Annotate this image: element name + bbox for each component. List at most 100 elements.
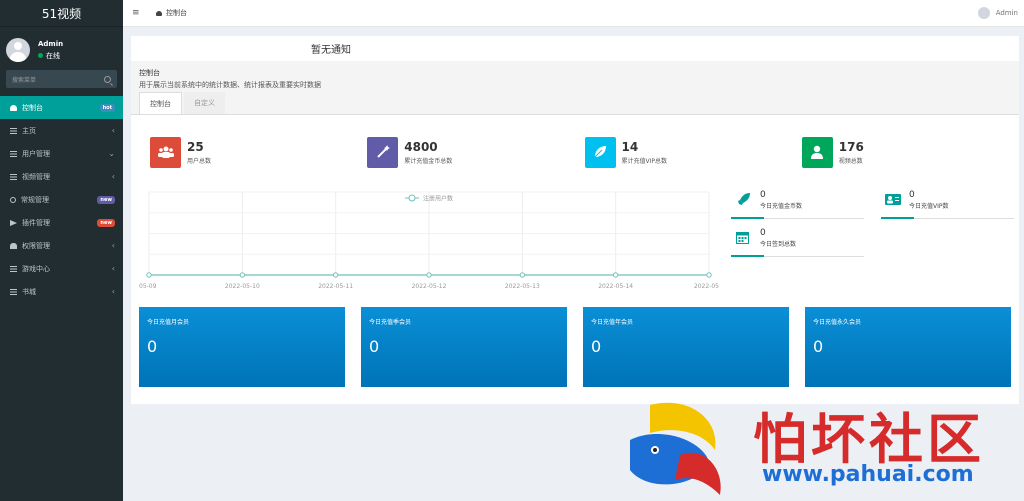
- data-point: [146, 272, 152, 278]
- data-point: [612, 272, 619, 278]
- search-placeholder: 搜索菜单: [12, 76, 37, 84]
- chevron-down-icon: ⌄: [108, 149, 115, 158]
- dashboard-icon: [156, 10, 162, 16]
- card-title: 今日充值永久会员: [813, 319, 862, 326]
- sidebar-item-label: 常规管理: [21, 195, 49, 204]
- stat-label: 视频总数: [838, 157, 863, 165]
- chevron-left-icon: ‹: [111, 264, 115, 273]
- x-tick-label: 2022-05: [694, 283, 719, 290]
- sidebar-item-label: 用户管理: [22, 149, 50, 158]
- calendar-icon: [736, 231, 752, 246]
- user-status: 在线: [38, 51, 63, 61]
- sidebar-item-dashboard[interactable]: 控制台 hot: [0, 96, 123, 119]
- card-lifetime[interactable]: 今日充值永久会员 0: [805, 307, 1011, 387]
- sidebar-item-label: 主页: [22, 126, 36, 135]
- stat-label: 累计充值VIP总数: [621, 157, 668, 165]
- breadcrumb-label: 控制台: [166, 9, 187, 17]
- card-yearly[interactable]: 今日充值年会员 0: [583, 307, 789, 387]
- panel-subtitle: 用于展示当前系统中的统计数据、统计报表及重要实时数据: [139, 81, 321, 89]
- member-cards: 今日充值月会员 0 今日充值季会员 0 今日充值年会员 0 今日充值永久会员 0: [139, 307, 1011, 387]
- avatar: [977, 7, 990, 19]
- new-badge: new: [97, 218, 115, 227]
- stat-videos: 176 视频总数: [801, 134, 1019, 170]
- notice-bar: 暂无通知: [131, 36, 1019, 61]
- leaf-icon: [584, 136, 616, 168]
- register-chart: 注册用户数 05-09 2022-05-10 2022-05-11 2022-05-12…: [139, 182, 719, 292]
- chevron-left-icon: ‹: [111, 241, 115, 250]
- user-icon: [801, 136, 833, 168]
- stats-row: 25 用户总数 4800 累计充值金币总数 14 累计充值VIP总数 176 视…: [131, 115, 1019, 170]
- sidebar-item-label: 控制台: [22, 103, 43, 112]
- mini-stat-label: 今日充值金币数: [760, 203, 803, 210]
- card-value: 0: [591, 337, 602, 356]
- hot-badge: hot: [99, 103, 115, 112]
- search-icon[interactable]: [104, 75, 111, 83]
- top-navbar: ≡ 控制台 Admin: [123, 0, 1024, 27]
- sidebar-item-permissions[interactable]: 权限管理 ‹: [0, 234, 123, 257]
- rocket-icon: [738, 193, 752, 207]
- brand-logo[interactable]: 51视频: [0, 0, 123, 27]
- list-icon: [10, 173, 17, 180]
- status-text: 在线: [46, 51, 60, 60]
- sidebar-item-label: 权限管理: [22, 241, 50, 250]
- dashboard-icon: [10, 104, 17, 111]
- stat-value: 14: [621, 139, 639, 154]
- mini-underline: [881, 217, 914, 219]
- stat-value: 25: [187, 139, 204, 154]
- stat-coins: 4800 累计充值金币总数: [367, 134, 584, 170]
- x-tick-label: 2022-05-12: [412, 283, 447, 290]
- card-quarterly[interactable]: 今日充值季会员 0: [361, 307, 567, 387]
- main-content: 暂无通知 控制台 用于展示当前系统中的统计数据、统计报表及重要实时数据 控制台 …: [131, 36, 1019, 404]
- list-icon: [10, 288, 17, 295]
- tab-custom[interactable]: 自定义: [184, 92, 225, 114]
- chevron-left-icon: ‹: [111, 287, 115, 296]
- mini-stat-value: 0: [909, 190, 915, 200]
- user-menu[interactable]: Admin: [977, 7, 1018, 19]
- mini-underline: [731, 217, 764, 219]
- card-value: 0: [369, 337, 380, 356]
- sidebar-item-general[interactable]: 常规管理 new: [0, 188, 123, 211]
- sidebar-item-label: 书城: [22, 287, 36, 296]
- tab-bar: 控制台 自定义: [131, 91, 1019, 115]
- user-panel: Admin 在线: [0, 30, 123, 70]
- sidebar-item-label: 游戏中心: [22, 264, 50, 273]
- cogs-icon: [10, 196, 16, 203]
- card-monthly[interactable]: 今日充值月会员 0: [139, 307, 345, 387]
- tab-dashboard[interactable]: 控制台: [139, 92, 182, 114]
- menu-toggle-icon[interactable]: ≡: [132, 8, 144, 18]
- list-icon: [10, 265, 17, 272]
- sidebar-item-games[interactable]: 游戏中心 ‹: [0, 257, 123, 280]
- sidebar-item-users[interactable]: 用户管理 ⌄: [0, 142, 123, 165]
- data-point: [706, 272, 712, 278]
- card-title: 今日充值季会员: [369, 319, 412, 326]
- sidebar-item-books[interactable]: 书城 ‹: [0, 280, 123, 303]
- data-point: [332, 272, 339, 278]
- mini-stat-vip: 0 今日充值VIP数: [881, 182, 1014, 219]
- search-input[interactable]: 搜索菜单: [6, 70, 117, 88]
- breadcrumb-tab[interactable]: 控制台: [156, 8, 187, 18]
- stat-label: 累计充值金币总数: [404, 157, 453, 165]
- data-point: [519, 272, 526, 278]
- chevron-left-icon: ‹: [111, 126, 115, 135]
- sidebar-item-label: 视频管理: [22, 172, 50, 181]
- mini-stat-value: 0: [760, 190, 766, 200]
- stat-vip: 14 累计充值VIP总数: [584, 134, 802, 170]
- mini-underline: [731, 255, 764, 257]
- panel-header: 控制台 用于展示当前系统中的统计数据、统计报表及重要实时数据: [131, 61, 1019, 91]
- sidebar-item-home[interactable]: 主页 ‹: [0, 119, 123, 142]
- x-tick-label: 2022-05-11: [318, 283, 353, 290]
- panel-title: 控制台: [139, 69, 160, 77]
- mini-stat-signin: 0 今日签到总数: [731, 220, 864, 257]
- sidebar-item-videos[interactable]: 视频管理 ‹: [0, 165, 123, 188]
- sidebar-item-plugins[interactable]: 插件管理 new: [0, 211, 123, 234]
- data-point: [239, 272, 246, 278]
- magic-icon: [367, 136, 399, 168]
- card-value: 0: [813, 337, 824, 356]
- mini-stat-label: 今日充值VIP数: [909, 203, 949, 210]
- x-tick-label: 05-09: [139, 283, 157, 290]
- watermark: 怕坏社区 www.pahuai.com: [620, 395, 1020, 499]
- mini-stat-coins: 0 今日充值金币数: [731, 182, 864, 219]
- legend-label: 注册用户数: [423, 195, 453, 203]
- stat-value: 176: [838, 139, 864, 154]
- card-value: 0: [147, 337, 158, 356]
